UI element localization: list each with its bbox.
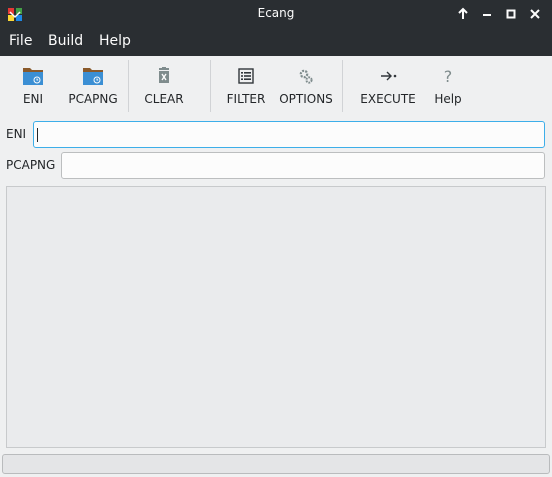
status-bar <box>2 454 550 474</box>
execute-button-label: EXECUTE <box>360 92 416 106</box>
toolbar: ENI PCAPNG CLEAR FILTER OPTIONS EXECUTE … <box>0 58 552 114</box>
app-window: Ecang File Build Help ENI PCAPNG CLEAR F… <box>0 0 552 477</box>
eni-field-label: ENI <box>6 127 27 141</box>
keep-above-button[interactable] <box>454 5 472 23</box>
options-button[interactable]: OPTIONS <box>276 58 336 114</box>
gears-icon <box>299 69 313 84</box>
filter-button[interactable]: FILTER <box>220 58 272 114</box>
svg-text:?: ? <box>444 67 453 86</box>
minimize-button[interactable] <box>478 5 496 23</box>
text-caret <box>37 128 38 142</box>
title-bar[interactable]: Ecang <box>0 0 552 28</box>
help-button[interactable]: ? Help <box>424 58 472 114</box>
clear-button[interactable]: CLEAR <box>138 58 190 114</box>
menu-file[interactable]: File <box>9 33 32 49</box>
execute-button[interactable]: EXECUTE <box>356 58 420 114</box>
eni-button-label: ENI <box>22 92 44 106</box>
menu-help[interactable]: Help <box>99 33 131 49</box>
output-area[interactable] <box>6 186 546 448</box>
toolbar-separator <box>210 60 211 112</box>
options-button-label: OPTIONS <box>279 92 333 106</box>
arrow-up-icon <box>458 7 468 19</box>
close-icon <box>530 9 540 19</box>
pcapng-button-label: PCAPNG <box>68 92 118 106</box>
pcapng-path-field[interactable] <box>61 152 545 179</box>
filter-button-label: FILTER <box>226 92 266 106</box>
maximize-button[interactable] <box>502 5 520 23</box>
filter-list-icon <box>238 68 254 84</box>
trash-icon <box>159 67 169 83</box>
menu-bar: File Build Help <box>0 28 552 56</box>
toolbar-separator <box>342 60 343 112</box>
menu-build[interactable]: Build <box>48 33 83 49</box>
eni-button[interactable]: ENI <box>8 58 58 114</box>
pcapng-path-input[interactable] <box>62 153 544 178</box>
clear-button-label: CLEAR <box>144 92 184 106</box>
folder-open-icon <box>23 68 43 85</box>
eni-path-field[interactable] <box>33 121 545 148</box>
close-button[interactable] <box>526 5 544 23</box>
question-mark-icon: ? <box>444 67 453 86</box>
minimize-icon <box>483 14 491 16</box>
execute-arrow-icon <box>381 71 397 81</box>
eni-path-input[interactable] <box>34 122 544 147</box>
pcapng-field-label: PCAPNG <box>6 158 56 172</box>
toolbar-separator <box>128 60 129 112</box>
maximize-icon <box>506 9 516 19</box>
help-button-label: Help <box>434 92 462 106</box>
folder-open-icon <box>83 68 103 85</box>
pcapng-button[interactable]: PCAPNG <box>64 58 122 114</box>
